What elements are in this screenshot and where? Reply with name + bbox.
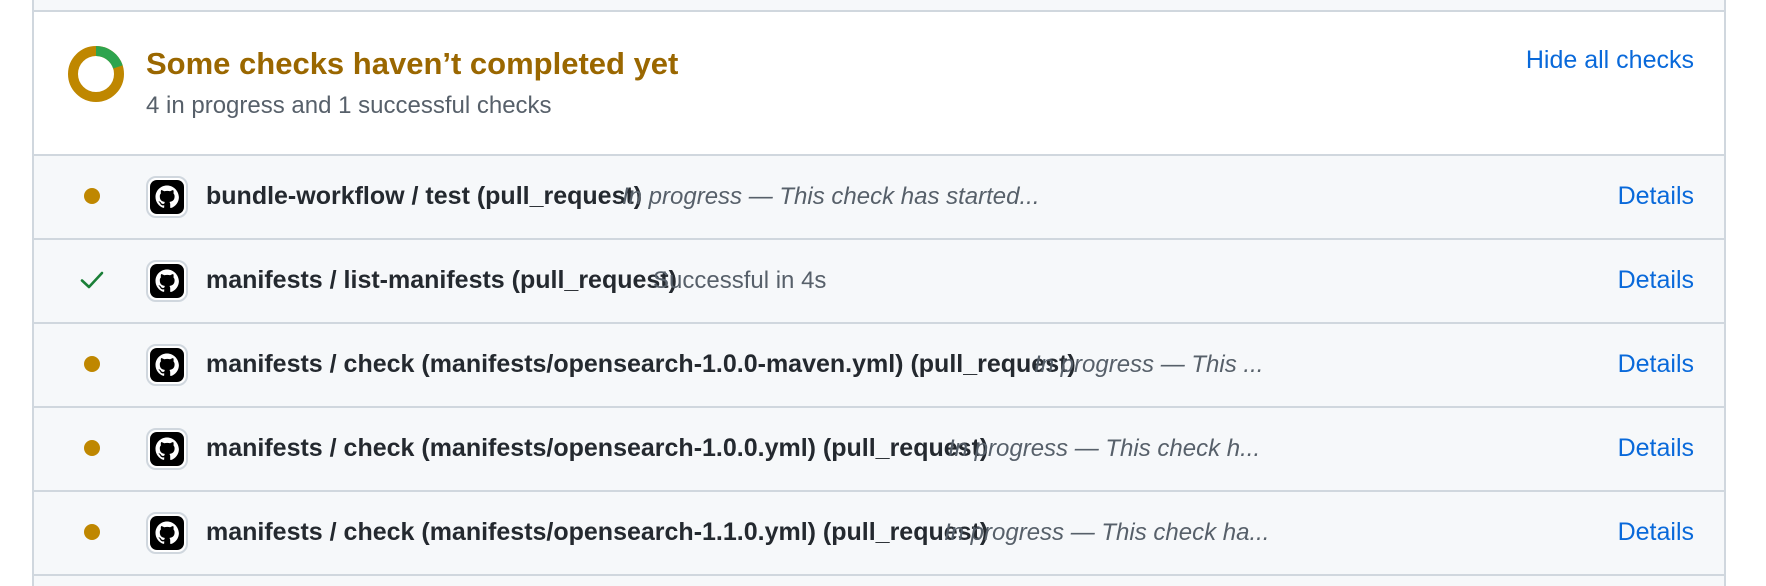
check-description: In progress — This check has started... — [622, 183, 1040, 210]
check-description: In progress — This ... — [1034, 351, 1264, 378]
checkmark-icon — [80, 271, 104, 289]
check-name: manifests / check (manifests/opensearch-… — [206, 434, 989, 462]
details-link[interactable]: Details — [1618, 518, 1694, 547]
checks-summary-header: Some checks haven’t completed yet 4 in p… — [34, 12, 1724, 156]
check-row: bundle-workflow / test (pull_request) In… — [34, 156, 1724, 240]
details-link[interactable]: Details — [1618, 266, 1694, 295]
check-row: manifests / check (manifests/opensearch-… — [34, 492, 1724, 576]
github-icon — [146, 344, 188, 386]
github-icon — [146, 260, 188, 302]
details-link[interactable]: Details — [1618, 350, 1694, 379]
checks-summary-title: Some checks haven’t completed yet — [146, 46, 679, 81]
github-icon — [146, 428, 188, 470]
check-description: In progress — This check h... — [948, 435, 1261, 462]
check-description: Successful in 4s — [653, 267, 827, 294]
panel-top-strip — [34, 0, 1724, 12]
pending-dot-icon — [84, 524, 100, 540]
page: Some checks haven’t completed yet 4 in p… — [0, 0, 1766, 586]
check-description: In progress — This check ha... — [944, 519, 1270, 546]
pending-dot-icon — [84, 440, 100, 456]
github-icon — [146, 512, 188, 554]
check-row: manifests / check (manifests/opensearch-… — [34, 408, 1724, 492]
details-link[interactable]: Details — [1618, 182, 1694, 211]
panel-bottom-strip — [34, 576, 1724, 586]
details-link[interactable]: Details — [1618, 434, 1694, 463]
checks-list: bundle-workflow / test (pull_request) In… — [34, 156, 1724, 576]
check-name: manifests / list-manifests (pull_request… — [206, 266, 677, 294]
check-name: manifests / check (manifests/opensearch-… — [206, 518, 989, 546]
github-icon — [146, 176, 188, 218]
check-name: bundle-workflow / test (pull_request) — [206, 182, 643, 210]
check-row: manifests / list-manifests (pull_request… — [34, 240, 1724, 324]
hide-all-checks-link[interactable]: Hide all checks — [1526, 46, 1694, 75]
pending-dot-icon — [84, 188, 100, 204]
check-name: manifests / check (manifests/opensearch-… — [206, 350, 1076, 378]
checks-summary-subtitle: 4 in progress and 1 successful checks — [146, 92, 552, 119]
checks-panel: Some checks haven’t completed yet 4 in p… — [32, 0, 1726, 586]
pending-dot-icon — [84, 356, 100, 372]
check-row: manifests / check (manifests/opensearch-… — [34, 324, 1724, 408]
status-ring-icon — [68, 46, 124, 102]
